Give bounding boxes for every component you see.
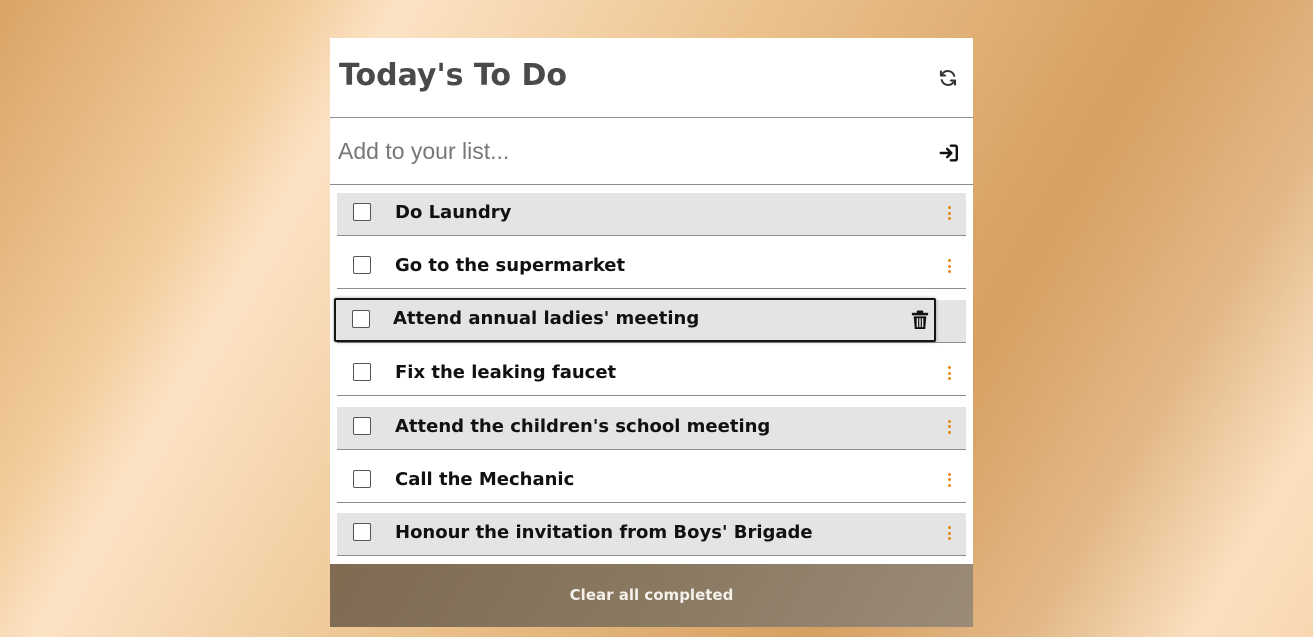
item-label: Go to the supermarket xyxy=(395,255,626,277)
more-vertical-icon[interactable] xyxy=(943,472,955,489)
todo-list: Do Laundry Go to the supermarket Attend … xyxy=(334,193,966,567)
more-vertical-icon[interactable] xyxy=(943,206,955,222)
clear-completed-button[interactable]: Clear all completed xyxy=(330,564,973,627)
list-item[interactable]: Attend annual ladies' meeting xyxy=(334,297,966,343)
item-checkbox[interactable] xyxy=(353,523,371,542)
list-item[interactable]: Go to the supermarket xyxy=(337,246,966,290)
item-checkbox[interactable] xyxy=(353,469,371,488)
item-label: Call the Mechanic xyxy=(395,468,575,490)
item-label: Do Laundry xyxy=(395,202,512,223)
more-vertical-icon[interactable] xyxy=(943,366,955,382)
refresh-icon[interactable] xyxy=(938,68,958,88)
list-item[interactable]: Call the Mechanic xyxy=(337,460,966,503)
trash-icon[interactable] xyxy=(911,310,929,330)
clear-completed-label: Clear all completed xyxy=(569,586,734,604)
list-item[interactable]: Attend the children's school meeting xyxy=(337,406,966,450)
more-vertical-icon[interactable] xyxy=(943,259,955,275)
dragging-item[interactable]: Attend annual ladies' meeting xyxy=(334,297,936,342)
item-checkbox[interactable] xyxy=(353,416,371,435)
item-checkbox[interactable] xyxy=(353,203,371,221)
todo-card: Today's To Do Do Laundry Go to the super… xyxy=(330,38,973,627)
enter-icon[interactable] xyxy=(938,142,960,164)
add-item-input[interactable] xyxy=(338,134,918,168)
header: Today's To Do xyxy=(330,38,973,118)
more-vertical-icon[interactable] xyxy=(943,419,955,436)
page-title: Today's To Do xyxy=(339,58,567,93)
item-checkbox[interactable] xyxy=(353,256,371,275)
list-item[interactable]: Fix the leaking faucet xyxy=(337,353,966,397)
add-item-row xyxy=(330,118,973,185)
item-label: Attend annual ladies' meeting xyxy=(393,307,700,329)
item-label: Honour the invitation from Boys' Brigade xyxy=(395,522,813,544)
more-vertical-icon[interactable] xyxy=(943,526,955,542)
item-label: Attend the children's school meeting xyxy=(395,415,771,437)
item-checkbox[interactable] xyxy=(353,363,371,382)
list-item[interactable]: Honour the invitation from Boys' Brigade xyxy=(337,513,966,557)
item-label: Fix the leaking faucet xyxy=(395,362,617,384)
list-item[interactable]: Do Laundry xyxy=(337,193,966,236)
item-checkbox[interactable] xyxy=(352,309,370,328)
